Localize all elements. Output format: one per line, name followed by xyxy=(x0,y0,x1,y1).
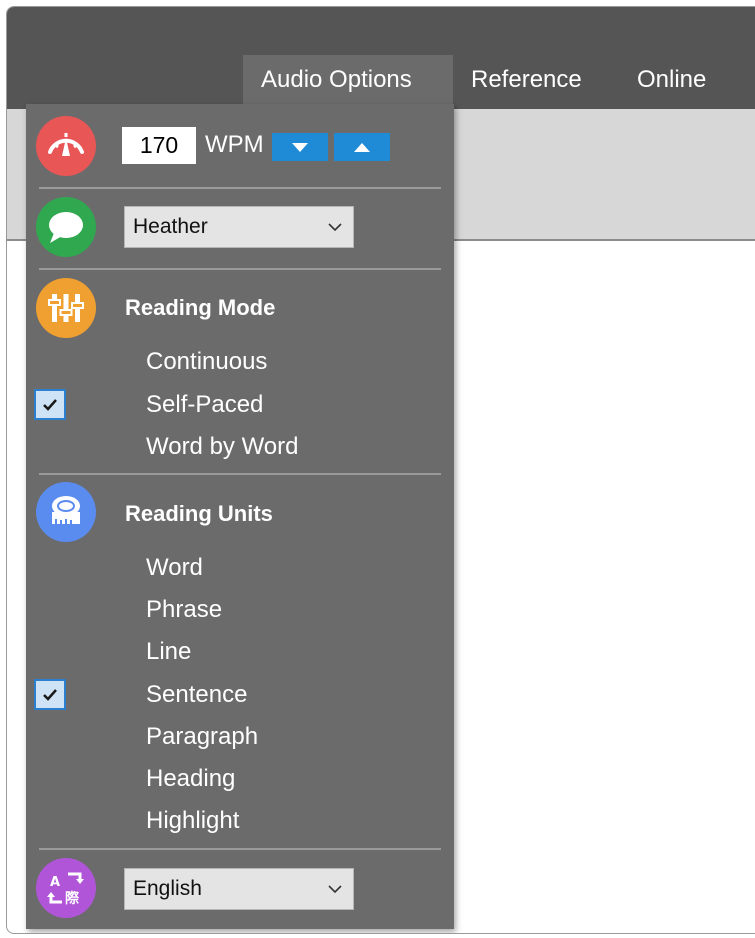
language-select[interactable]: English xyxy=(124,868,354,910)
self-paced-checkbox[interactable] xyxy=(34,389,66,420)
voice-select[interactable]: Heather xyxy=(124,206,354,248)
language-selected-value: English xyxy=(133,877,202,900)
separator xyxy=(39,473,441,475)
translate-icon: A 際 xyxy=(36,858,96,918)
chevron-down-icon xyxy=(328,223,342,232)
triangle-down-icon xyxy=(292,143,308,152)
svg-text:際: 際 xyxy=(65,890,80,907)
triangle-up-icon xyxy=(354,143,370,152)
decrease-speed-button[interactable] xyxy=(272,133,328,161)
wpm-input[interactable]: 170 xyxy=(122,127,196,164)
wpm-unit-label: WPM xyxy=(205,131,264,158)
checkmark-icon xyxy=(43,399,57,411)
unit-option-word[interactable]: Word xyxy=(146,552,203,584)
tab-reference[interactable]: Reference xyxy=(471,55,582,109)
tab-online[interactable]: Online xyxy=(637,55,706,109)
voice-selected-value: Heather xyxy=(133,215,208,238)
separator xyxy=(39,848,441,850)
checkmark-icon xyxy=(43,689,57,701)
unit-option-phrase[interactable]: Phrase xyxy=(146,594,222,626)
tab-audio-options[interactable]: Audio Options xyxy=(243,55,453,109)
increase-speed-button[interactable] xyxy=(334,133,390,161)
chevron-down-icon xyxy=(328,885,342,894)
separator xyxy=(39,268,441,270)
speedometer-icon xyxy=(36,116,96,176)
mode-option-continuous[interactable]: Continuous xyxy=(146,346,267,378)
tape-measure-icon xyxy=(36,482,96,542)
unit-option-line[interactable]: Line xyxy=(146,636,191,668)
reading-units-heading: Reading Units xyxy=(125,501,273,526)
equalizer-sliders-icon xyxy=(36,278,96,338)
mode-option-word-by-word[interactable]: Word by Word xyxy=(146,431,299,463)
mode-option-self-paced[interactable]: Self-Paced xyxy=(146,389,263,421)
audio-options-dropdown: 170 WPM Heather Reading Mode Continuous … xyxy=(26,104,454,929)
sentence-checkbox[interactable] xyxy=(34,679,66,710)
reading-mode-heading: Reading Mode xyxy=(125,295,276,320)
unit-option-highlight[interactable]: Highlight xyxy=(146,805,239,837)
speech-bubble-icon xyxy=(36,197,96,257)
menu-bar: Audio Options Reference Online xyxy=(7,7,755,109)
svg-text:A: A xyxy=(50,875,60,890)
separator xyxy=(39,187,441,189)
unit-option-paragraph[interactable]: Paragraph xyxy=(146,721,258,753)
unit-option-sentence[interactable]: Sentence xyxy=(146,679,247,711)
unit-option-heading[interactable]: Heading xyxy=(146,763,235,795)
app-window: Audio Options Reference Online 170 WPM H… xyxy=(6,6,755,934)
